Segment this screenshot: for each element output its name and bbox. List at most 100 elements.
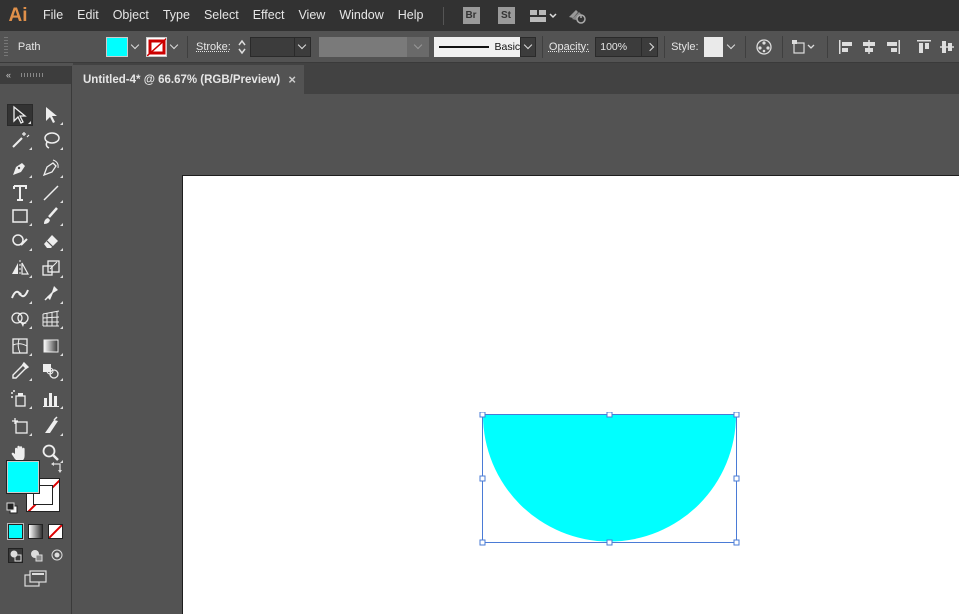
magic-wand-tool[interactable] bbox=[7, 129, 33, 151]
draw-normal-icon[interactable] bbox=[8, 548, 23, 563]
document-tab[interactable]: Untitled-4* @ 66.67% (RGB/Preview) × bbox=[73, 65, 304, 94]
opacity-label[interactable]: Opacity: bbox=[549, 41, 589, 53]
menu-effect[interactable]: Effect bbox=[246, 0, 292, 31]
menu-file[interactable]: File bbox=[36, 0, 70, 31]
column-graph-tool[interactable] bbox=[38, 388, 64, 410]
line-segment-tool[interactable] bbox=[38, 182, 64, 204]
tools-panel-header[interactable]: « bbox=[0, 66, 71, 84]
recolor-artwork-icon[interactable] bbox=[755, 38, 773, 56]
line-segment-icon bbox=[43, 185, 59, 201]
none-button[interactable] bbox=[48, 524, 63, 539]
width-tool[interactable] bbox=[7, 283, 33, 305]
vertical-align-top-icon[interactable] bbox=[915, 38, 933, 56]
chevron-down-icon bbox=[298, 40, 307, 50]
menu-select[interactable]: Select bbox=[197, 0, 246, 31]
direct-selection-tool[interactable] bbox=[38, 104, 64, 126]
color-button[interactable] bbox=[7, 523, 24, 540]
fill-dropdown[interactable] bbox=[128, 37, 142, 57]
bridge-icon[interactable]: Br bbox=[462, 7, 480, 24]
chevron-down-icon bbox=[169, 40, 179, 50]
mesh-icon bbox=[12, 338, 28, 354]
stroke-label[interactable]: Stroke: bbox=[196, 41, 231, 53]
slice-tool[interactable] bbox=[38, 415, 64, 437]
rectangle-tool[interactable] bbox=[7, 205, 33, 227]
gpu-performance-icon[interactable] bbox=[567, 7, 589, 25]
no-color-icon bbox=[49, 525, 62, 538]
shaper-icon bbox=[12, 234, 28, 246]
fill-proxy[interactable] bbox=[6, 460, 40, 494]
paintbrush-tool[interactable] bbox=[38, 205, 64, 227]
gradient-button[interactable] bbox=[28, 524, 43, 539]
menu-help[interactable]: Help bbox=[391, 0, 431, 31]
menu-view[interactable]: View bbox=[291, 0, 332, 31]
reflect-tool[interactable] bbox=[7, 257, 33, 279]
arrange-documents-icon[interactable] bbox=[529, 9, 557, 23]
curvature-icon bbox=[42, 159, 59, 177]
stroke-weight-field[interactable] bbox=[249, 36, 296, 57]
gradient-icon bbox=[43, 339, 59, 353]
opacity-arrow[interactable] bbox=[642, 36, 659, 57]
scale-tool[interactable] bbox=[38, 257, 64, 279]
variable-width-dropdown[interactable] bbox=[406, 36, 429, 57]
chevron-up-icon[interactable] bbox=[237, 38, 247, 47]
lasso-tool[interactable] bbox=[38, 129, 64, 151]
variable-width-profile[interactable] bbox=[318, 36, 407, 57]
perspective-grid-tool[interactable] bbox=[38, 308, 64, 330]
collapse-icon[interactable]: « bbox=[6, 70, 11, 80]
menu-bar: Ai File Edit Object Type Select Effect V… bbox=[0, 0, 959, 31]
stroke-weight-dropdown[interactable] bbox=[295, 36, 311, 57]
close-icon[interactable]: × bbox=[288, 72, 296, 87]
stroke-dropdown[interactable] bbox=[167, 37, 181, 57]
stroke-weight-stepper[interactable] bbox=[237, 38, 247, 56]
align-to-icon[interactable] bbox=[791, 38, 818, 56]
change-screen-mode-icon[interactable] bbox=[24, 570, 48, 588]
horizontal-align-left-icon[interactable] bbox=[837, 38, 855, 56]
curvature-tool[interactable] bbox=[38, 157, 64, 179]
fill-swatch[interactable] bbox=[106, 36, 128, 57]
drawing-modes bbox=[8, 548, 65, 563]
panel-grip[interactable] bbox=[4, 36, 8, 57]
symbol-sprayer-tool[interactable] bbox=[7, 388, 33, 410]
blend-tool[interactable] bbox=[38, 360, 64, 382]
swap-fill-stroke-icon[interactable] bbox=[50, 460, 64, 474]
puppet-warp-tool[interactable] bbox=[38, 283, 64, 305]
vertical-align-center-icon[interactable] bbox=[938, 38, 956, 56]
chevron-down-icon[interactable] bbox=[237, 47, 247, 56]
shape-builder-tool[interactable] bbox=[7, 308, 33, 330]
divider bbox=[541, 35, 543, 58]
type-tool[interactable] bbox=[7, 182, 33, 204]
slice-icon bbox=[45, 416, 58, 433]
default-fill-stroke-icon[interactable] bbox=[6, 502, 18, 514]
selection-icon bbox=[13, 105, 27, 124]
half-circle-shape[interactable] bbox=[483, 415, 736, 542]
document-tab-bar: Untitled-4* @ 66.67% (RGB/Preview) × bbox=[73, 63, 959, 94]
selection-tool[interactable] bbox=[7, 104, 33, 126]
gradient-tool[interactable] bbox=[38, 335, 64, 357]
opacity-field[interactable]: 100% bbox=[595, 36, 643, 57]
color-mode-buttons bbox=[7, 523, 63, 540]
menu-window[interactable]: Window bbox=[332, 0, 390, 31]
graphic-style-swatch[interactable] bbox=[703, 36, 724, 57]
shaper-tool[interactable] bbox=[7, 230, 33, 252]
menu-object[interactable]: Object bbox=[106, 0, 156, 31]
stock-icon[interactable]: St bbox=[497, 7, 515, 24]
draw-inside-icon[interactable] bbox=[50, 548, 65, 563]
panel-grip[interactable] bbox=[21, 73, 46, 77]
pen-tool[interactable] bbox=[7, 157, 33, 179]
menu-type[interactable]: Type bbox=[156, 0, 197, 31]
menu-edit[interactable]: Edit bbox=[70, 0, 106, 31]
eraser-tool[interactable] bbox=[38, 230, 64, 252]
mesh-tool[interactable] bbox=[7, 335, 33, 357]
horizontal-align-right-icon[interactable] bbox=[884, 38, 902, 56]
style-dropdown[interactable] bbox=[723, 37, 739, 57]
brush-definition[interactable]: Basic bbox=[433, 36, 521, 57]
stroke-swatch[interactable] bbox=[145, 36, 168, 57]
brush-dropdown[interactable] bbox=[520, 36, 536, 57]
horizontal-align-center-icon[interactable] bbox=[860, 38, 878, 56]
eyedropper-tool[interactable] bbox=[7, 360, 33, 382]
symbol-sprayer-icon bbox=[11, 390, 26, 407]
canvas[interactable] bbox=[73, 94, 959, 614]
pen-icon bbox=[13, 163, 25, 175]
draw-behind-icon[interactable] bbox=[29, 548, 44, 563]
artboard-tool[interactable] bbox=[7, 415, 33, 437]
